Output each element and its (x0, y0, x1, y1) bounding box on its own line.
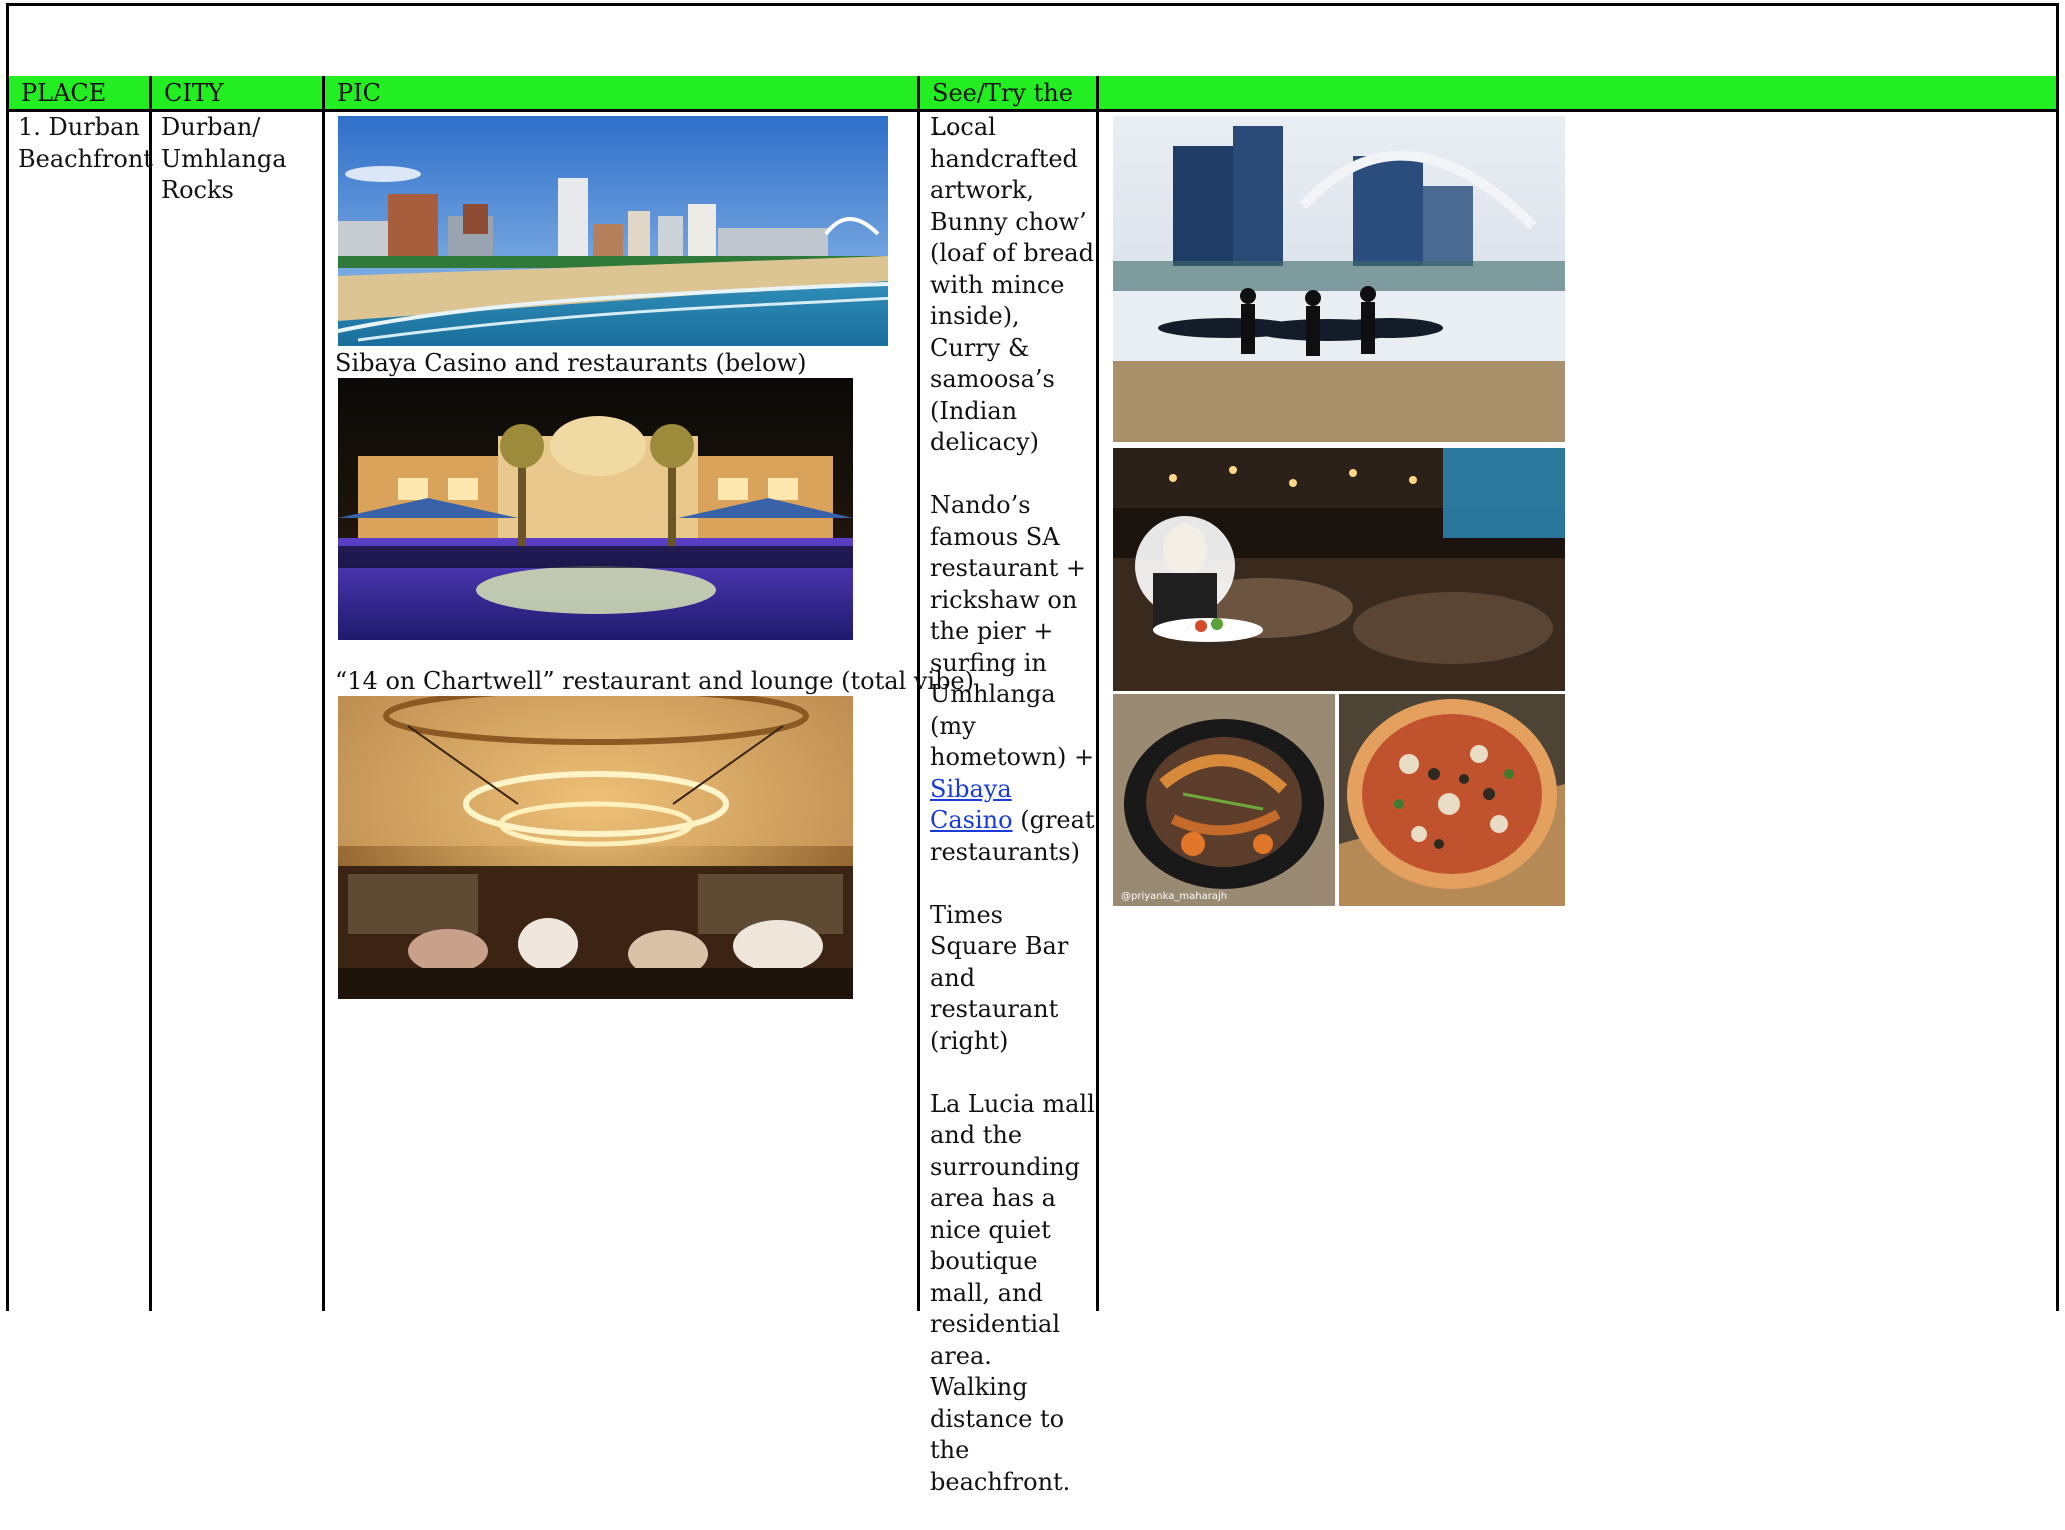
caption-sibaya: Sibaya Casino and restaurants (below) (335, 349, 807, 377)
column-divider (149, 76, 152, 1311)
see-try-times-square: Times Square Bar and restaurant (right) (930, 900, 1069, 1055)
pizza-photo (1339, 694, 1565, 906)
cell-place: 1. Durban Beachfront (18, 113, 153, 173)
header-extra (1099, 76, 1559, 109)
header-city: CITY (164, 79, 224, 107)
seafood-dish-photo: @priyanka_maharajh (1113, 694, 1335, 906)
see-try-nandos: Nando’s famous SA restaurant + rickshaw … (930, 490, 1095, 868)
table-title-row (9, 6, 2056, 79)
caption-chartwell: “14 on Chartwell” restaurant and lounge … (335, 667, 974, 695)
sibaya-casino-photo (338, 378, 853, 640)
cell-city: Durban/ Umhlanga Rocks (161, 113, 287, 204)
photo-credit: @priyanka_maharajh (1121, 891, 1228, 902)
cell-see-try: Local handcrafted artwork, Bunny chow’ (… (930, 85, 1095, 1530)
header-place: PLACE (21, 79, 107, 107)
chartwell-restaurant-photo (338, 696, 853, 999)
header-pic: PIC (337, 79, 381, 107)
surfers-beach-photo (1113, 116, 1565, 442)
see-try-nandos-text: Nando’s famous SA restaurant + rickshaw … (930, 491, 1095, 771)
see-try-la-lucia: La Lucia mall and the surrounding area h… (930, 1089, 1095, 1496)
column-divider (322, 76, 325, 1311)
durban-beachfront-photo (338, 116, 888, 346)
itinerary-table: PLACE CITY PIC See/Try the … 1. Durban B… (6, 3, 2059, 1496)
sibaya-casino-link[interactable]: Sibaya Casino (930, 775, 1013, 835)
see-try-local-food: Local handcrafted artwork, Bunny chow’ (… (930, 113, 1094, 456)
times-square-bar-photo (1113, 448, 1565, 691)
column-divider (1096, 76, 1099, 1311)
